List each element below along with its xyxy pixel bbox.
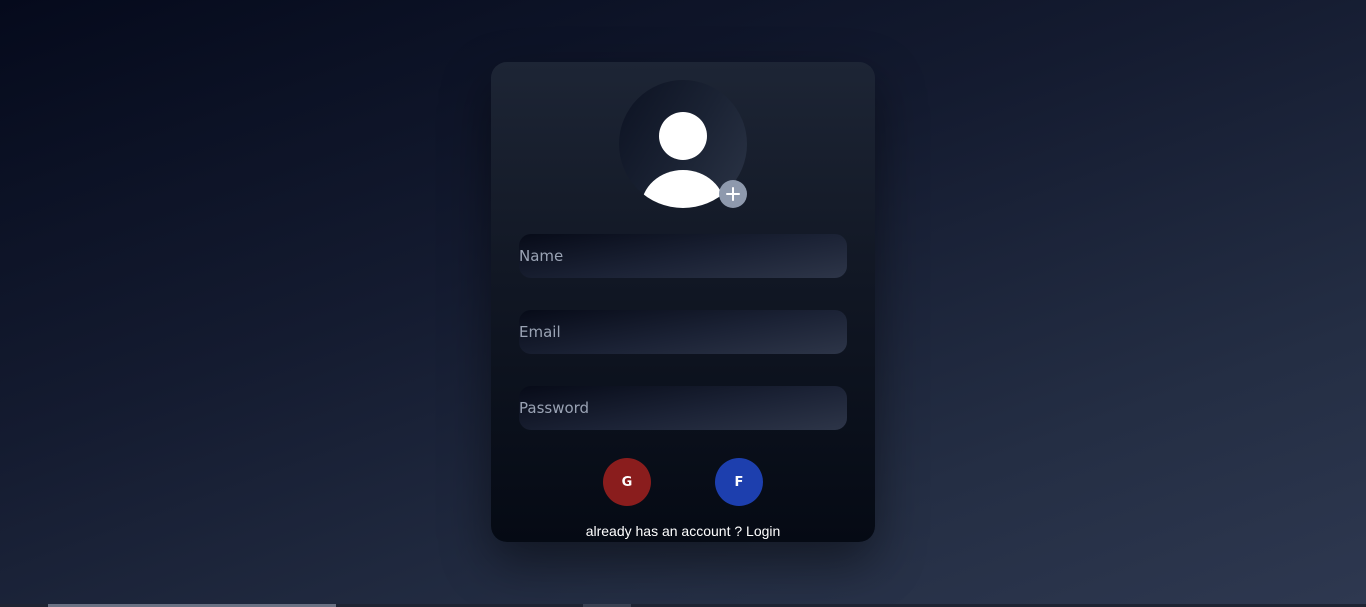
plus-icon: [726, 187, 740, 201]
login-prompt-text: already has an account ?: [585, 523, 743, 539]
name-input[interactable]: [519, 234, 847, 278]
facebook-login-button[interactable]: F: [715, 458, 763, 506]
password-input[interactable]: [519, 386, 847, 430]
avatar-container: [619, 80, 747, 208]
google-login-button[interactable]: G: [603, 458, 651, 506]
add-photo-button[interactable]: [719, 180, 747, 208]
google-label: G: [621, 474, 633, 490]
login-link[interactable]: Login: [746, 523, 780, 539]
signup-card: G F already has an account ? Login: [491, 62, 875, 542]
login-prompt: already has an account ? Login: [491, 523, 875, 539]
facebook-label: F: [734, 474, 744, 490]
email-input[interactable]: [519, 310, 847, 354]
